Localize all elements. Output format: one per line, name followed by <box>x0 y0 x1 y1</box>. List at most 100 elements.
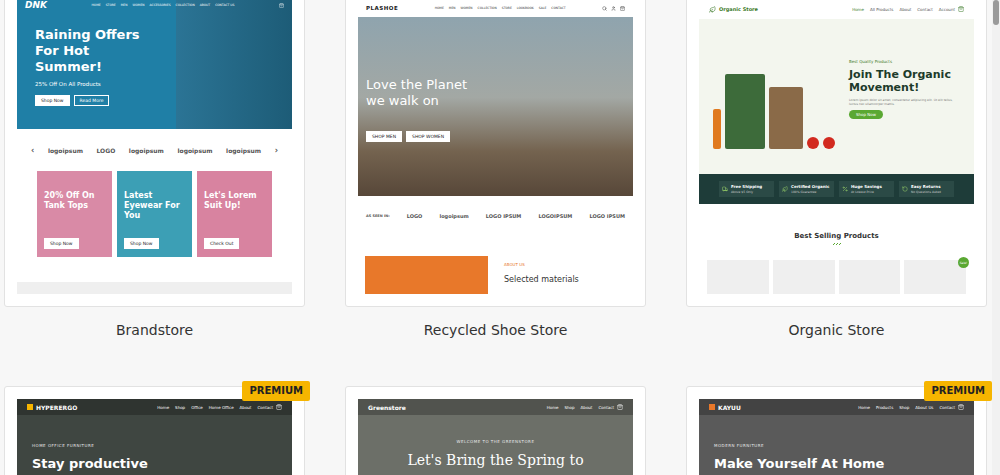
promo-tiles: 20% Off On Tank TopsShop NowLatest Eyewe… <box>17 171 292 257</box>
template-preview: Organic StoreHomeAll ProductsAboutContac… <box>699 0 974 294</box>
feature-band: Free ShippingAbove $5 OnlyCertified Orga… <box>699 174 974 204</box>
product-card[interactable]: Sale! <box>904 260 966 294</box>
nav-item[interactable]: SALE <box>539 6 547 10</box>
product-card[interactable] <box>773 260 835 294</box>
promo-button[interactable]: Shop Now <box>124 238 159 249</box>
nav-item[interactable]: HOME <box>435 6 444 10</box>
preview-logo: PLASHOE <box>366 5 398 11</box>
nav-item[interactable]: CONTACT US <box>215 3 234 7</box>
nav-item[interactable]: LOOKBOOK <box>517 6 534 10</box>
nav-item[interactable]: COLLECTION <box>478 6 497 10</box>
nav-item[interactable]: Shop <box>899 405 909 410</box>
search-icon[interactable] <box>602 6 607 11</box>
leaf-icon <box>782 186 788 192</box>
template-card[interactable]: DNKHOMESTOREMENWOMENACCESSORIESCOLLECTIO… <box>4 0 305 307</box>
nav-item[interactable]: CONTACT <box>551 6 565 10</box>
hero-button[interactable]: Read More <box>74 95 110 106</box>
template-card[interactable]: HYPERERGOHomeShopOfficeHome OfficeAboutC… <box>4 386 305 475</box>
brand-logo: LOGOIPSUM <box>539 213 573 219</box>
nav-item[interactable]: About <box>240 405 252 410</box>
nav-item[interactable]: STORE <box>502 6 512 10</box>
promo-title: 20% Off On Tank Tops <box>44 191 105 211</box>
product-card[interactable] <box>707 260 769 294</box>
nav-item[interactable]: Contact <box>257 405 273 410</box>
cart-icon[interactable] <box>958 404 964 410</box>
nav-item[interactable]: MEN <box>121 3 128 7</box>
hero-image <box>699 19 849 174</box>
nav-item[interactable]: About <box>581 405 593 410</box>
hero-text: MODERN FURNITUREMake Yourself At Home <box>699 415 974 475</box>
nav-item[interactable]: Contact <box>939 405 955 410</box>
scrollbar[interactable] <box>992 0 1000 475</box>
preview-header: DNKHOMESTOREMENWOMENACCESSORIESCOLLECTIO… <box>17 0 292 11</box>
cart-icon[interactable] <box>958 6 964 12</box>
nav-item[interactable]: WOMEN <box>461 6 473 10</box>
promo-tile[interactable]: Latest Eyewear For YouShop Now <box>117 171 192 257</box>
prev-arrow[interactable]: ‹ <box>31 146 34 155</box>
hero-button[interactable]: SHOP WOMEN <box>406 131 450 142</box>
nav-item[interactable]: Home Office <box>209 405 234 410</box>
nav-item[interactable]: Home <box>852 7 864 12</box>
nav-item[interactable]: HOME <box>92 3 101 7</box>
nav-item[interactable]: Account <box>939 7 955 12</box>
user-icon[interactable] <box>611 6 616 11</box>
nav-item[interactable]: Home <box>858 405 870 410</box>
nav-item[interactable]: Products <box>876 405 893 410</box>
hero-eyebrow: MODERN FURNITURE <box>714 443 764 448</box>
nav-item[interactable]: About Us <box>915 405 933 410</box>
nav-item[interactable]: Home <box>157 405 169 410</box>
preview-header: PLASHOE HOME MEN WOMEN COLLECTION STORE LOOKBO… <box>358 0 633 17</box>
feature-title: Certified Organic <box>791 184 829 189</box>
promo-tile[interactable]: Let's Lorem Suit Up!Check Out <box>197 171 272 257</box>
hero-title: Stay productive <box>32 456 148 471</box>
template-card[interactable]: PLASHOE HOME MEN WOMEN COLLECTION STORE LOOKBO… <box>345 0 646 307</box>
hero-button[interactable]: Shop Now <box>849 110 883 119</box>
nav-item[interactable]: STORE <box>106 3 116 7</box>
nav-item[interactable]: Shop <box>175 405 185 410</box>
product-card[interactable] <box>839 260 901 294</box>
leaf-divider-icon <box>832 242 842 246</box>
logo-row: ‹logoipsumLOGOlogoipsumlogoipsumlogoipsu… <box>17 129 292 171</box>
template-preview: DNKHOMESTOREMENWOMENACCESSORIESCOLLECTIO… <box>17 0 292 294</box>
nav-item[interactable]: All Products <box>870 7 894 12</box>
promo-tile[interactable]: 20% Off On Tank Tops Shop Now <box>37 171 112 257</box>
nav-item[interactable]: MEN <box>449 6 456 10</box>
about-label: ABOUT US <box>504 262 579 267</box>
section-title: Best Selling Products <box>794 232 879 240</box>
template-item: DNKHOMESTOREMENWOMENACCESSORIESCOLLECTIO… <box>4 0 305 340</box>
preview-nav: HOME MEN WOMEN COLLECTION STORE LOOKBOOK SALE C… <box>435 6 566 10</box>
template-card[interactable]: Organic StoreHomeAll ProductsAboutContac… <box>686 0 987 307</box>
hero-button[interactable]: SHOP MEN <box>366 131 402 142</box>
brand-logo: logoipsum <box>129 147 164 154</box>
template-item: HYPERERGOHomeShopOfficeHome OfficeAboutC… <box>4 386 305 475</box>
hero-eyebrow: WELCOME TO THE GREENSTORE <box>457 439 535 444</box>
template-card[interactable]: GreenstoreHomeShopAboutContactWELCOME TO… <box>345 386 646 475</box>
nav-item[interactable]: COLLECTION <box>176 3 195 7</box>
nav-item[interactable]: WOMEN <box>132 3 144 7</box>
preview-nav: Home Shop About Contact <box>547 405 614 410</box>
nav-item[interactable]: Contact <box>598 405 614 410</box>
scrollbar-thumb[interactable] <box>993 0 999 25</box>
brand-logo: logoipsum <box>439 213 468 219</box>
nav-item[interactable]: ABOUT <box>200 3 210 7</box>
nav-item[interactable]: ACCESSORIES <box>150 3 171 7</box>
nav-item[interactable]: Home <box>547 405 559 410</box>
hero-button[interactable]: Shop Now <box>35 95 70 106</box>
cart-icon[interactable] <box>620 6 625 11</box>
cart-icon[interactable] <box>276 404 282 410</box>
promo-button[interactable]: Check Out <box>204 238 239 249</box>
premium-badge: PREMIUM <box>242 381 310 401</box>
feature-title: Free Shipping <box>731 184 762 189</box>
promo-button[interactable]: Shop Now <box>44 238 79 249</box>
template-card[interactable]: KAYUUHomeProductsShopAbout UsContactMODE… <box>686 386 987 475</box>
nav-item[interactable]: Office <box>191 405 203 410</box>
preview-nav: Home Products Shop About Us Contact <box>858 405 955 410</box>
cart-icon[interactable] <box>279 3 284 8</box>
next-arrow[interactable]: › <box>275 146 278 155</box>
cart-icon[interactable] <box>617 404 623 410</box>
brand-logo: LOGO <box>97 147 116 154</box>
nav-item[interactable]: Contact <box>917 7 933 12</box>
preview-header: GreenstoreHomeShopAboutContact <box>358 399 633 415</box>
nav-item[interactable]: Shop <box>565 405 575 410</box>
nav-item[interactable]: About <box>899 7 911 12</box>
